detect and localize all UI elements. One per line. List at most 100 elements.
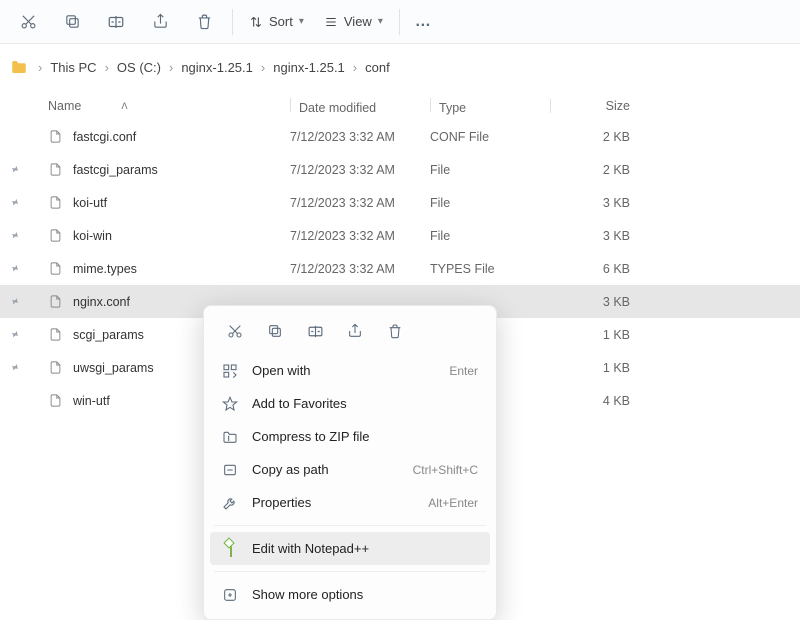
col-name[interactable]: Name ᐱ	[40, 99, 290, 113]
breadcrumb-item[interactable]: conf	[365, 60, 390, 75]
copy-icon[interactable]	[258, 316, 292, 346]
ctx-label: Compress to ZIP file	[252, 429, 478, 444]
breadcrumb-sep: ›	[165, 60, 177, 75]
file-row[interactable]: koi-utf7/12/2023 3:32 AMFile3 KB	[0, 186, 800, 219]
ctx-properties[interactable]: Properties Alt+Enter	[210, 486, 490, 519]
file-icon	[48, 360, 63, 375]
file-icon	[48, 228, 63, 243]
pin-icon	[6, 228, 21, 243]
file-name: mime.types	[73, 262, 137, 276]
file-size: 4 KB	[550, 394, 630, 408]
file-name: fastcgi.conf	[73, 130, 136, 144]
star-icon	[222, 396, 240, 412]
file-size: 2 KB	[550, 130, 630, 144]
ctx-shortcut: Alt+Enter	[428, 496, 478, 510]
toolbar-divider	[232, 9, 233, 35]
col-size-label: Size	[606, 99, 630, 113]
context-menu: Open with Enter Add to Favorites Compres…	[203, 305, 497, 620]
file-date: 7/12/2023 3:32 AM	[290, 130, 430, 144]
breadcrumb-item[interactable]: This PC	[50, 60, 96, 75]
ctx-copy-path[interactable]: Copy as path Ctrl+Shift+C	[210, 453, 490, 486]
ctx-label: Show more options	[252, 587, 478, 602]
copy-path-icon	[222, 462, 240, 478]
file-row[interactable]: fastcgi_params7/12/2023 3:32 AMFile2 KB	[0, 153, 800, 186]
file-icon	[48, 129, 63, 144]
file-icon	[48, 162, 63, 177]
file-row[interactable]: fastcgi.conf 7/12/2023 3:32 AMCONF File2 …	[0, 120, 800, 153]
pin-icon	[6, 327, 21, 342]
delete-icon[interactable]	[182, 0, 226, 44]
open-with-icon	[222, 363, 240, 379]
share-icon[interactable]	[138, 0, 182, 44]
breadcrumb-item[interactable]: nginx-1.25.1	[273, 60, 345, 75]
breadcrumb-item[interactable]: OS (C:)	[117, 60, 161, 75]
col-name-label: Name	[48, 99, 81, 113]
file-name: scgi_params	[73, 328, 144, 342]
view-button[interactable]: View ▾	[314, 8, 393, 35]
ctx-edit-notepadpp[interactable]: Edit with Notepad++	[210, 532, 490, 565]
file-size: 6 KB	[550, 262, 630, 276]
pin-icon	[6, 294, 21, 309]
col-date[interactable]: Date modified	[290, 98, 430, 115]
more-icon[interactable]: …	[406, 0, 442, 44]
file-date: 7/12/2023 3:32 AM	[290, 229, 430, 243]
chevron-down-icon: ▾	[378, 16, 383, 27]
ctx-compress-zip[interactable]: Compress to ZIP file	[210, 420, 490, 453]
file-icon	[48, 261, 63, 276]
file-icon	[48, 393, 63, 408]
breadcrumb-sep: ›	[101, 60, 113, 75]
file-type: CONF File	[430, 130, 550, 144]
chevron-down-icon: ▾	[299, 16, 304, 27]
col-date-label: Date modified	[299, 101, 376, 115]
ctx-shortcut: Enter	[449, 364, 478, 378]
zip-icon	[222, 429, 240, 445]
share-icon[interactable]	[338, 316, 372, 346]
ctx-shortcut: Ctrl+Shift+C	[413, 463, 478, 477]
pin-icon	[6, 261, 21, 276]
file-type: File	[430, 163, 550, 177]
ctx-label: Add to Favorites	[252, 396, 478, 411]
file-row[interactable]: koi-win7/12/2023 3:32 AMFile3 KB	[0, 219, 800, 252]
file-date: 7/12/2023 3:32 AM	[290, 262, 430, 276]
file-icon	[48, 327, 63, 342]
breadcrumb-sep: ›	[257, 60, 269, 75]
col-size[interactable]: Size	[550, 99, 630, 113]
breadcrumb-item[interactable]: nginx-1.25.1	[181, 60, 253, 75]
breadcrumb-sep: ›	[34, 60, 46, 75]
delete-icon[interactable]	[378, 316, 412, 346]
column-headers: Name ᐱ Date modified Type Size	[0, 92, 800, 120]
file-name: koi-win	[73, 229, 112, 243]
file-name: nginx.conf	[73, 295, 130, 309]
view-label: View	[344, 14, 372, 29]
col-type[interactable]: Type	[430, 98, 550, 115]
cut-icon[interactable]	[6, 0, 50, 44]
ctx-add-favorites[interactable]: Add to Favorites	[210, 387, 490, 420]
file-size: 3 KB	[550, 229, 630, 243]
file-icon	[48, 294, 63, 309]
rename-icon[interactable]	[94, 0, 138, 44]
file-size: 1 KB	[550, 328, 630, 342]
toolbar: Sort ▾ View ▾ …	[0, 0, 800, 44]
file-date: 7/12/2023 3:32 AM	[290, 196, 430, 210]
file-size: 3 KB	[550, 295, 630, 309]
breadcrumb: › This PC › OS (C:) › nginx-1.25.1 › ngi…	[0, 44, 800, 92]
file-icon	[48, 195, 63, 210]
copy-icon[interactable]	[50, 0, 94, 44]
file-name: uwsgi_params	[73, 361, 154, 375]
ctx-label: Copy as path	[252, 462, 401, 477]
cut-icon[interactable]	[218, 316, 252, 346]
file-date: 7/12/2023 3:32 AM	[290, 163, 430, 177]
wrench-icon	[222, 495, 240, 511]
ctx-label: Open with	[252, 363, 437, 378]
ctx-open-with[interactable]: Open with Enter	[210, 354, 490, 387]
context-separator	[214, 571, 486, 572]
pin-icon	[6, 360, 21, 375]
folder-icon	[10, 58, 28, 76]
context-mini-toolbar	[210, 314, 490, 354]
ctx-label: Edit with Notepad++	[252, 541, 478, 556]
toolbar-divider	[399, 9, 400, 35]
rename-icon[interactable]	[298, 316, 332, 346]
file-row[interactable]: mime.types7/12/2023 3:32 AMTYPES File6 K…	[0, 252, 800, 285]
ctx-show-more[interactable]: Show more options	[210, 578, 490, 611]
sort-button[interactable]: Sort ▾	[239, 8, 314, 35]
